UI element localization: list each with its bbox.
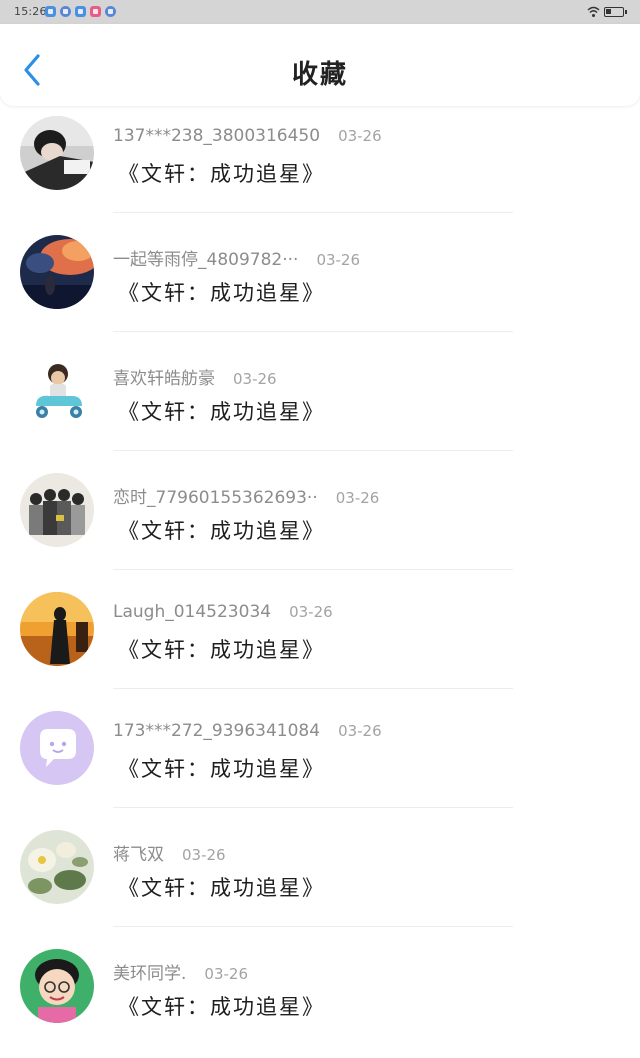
app-notification-icon — [75, 6, 86, 17]
username-text: 蒋飞双 — [113, 845, 164, 865]
favorite-title[interactable]: 《文轩：成功追星》 — [118, 277, 325, 307]
post-date: 03-26 — [338, 722, 382, 740]
username-text: 137***238_3800316450 — [113, 126, 321, 146]
favorite-title[interactable]: 《文轩：成功追星》 — [118, 396, 325, 426]
avatar — [20, 235, 94, 309]
avatar — [20, 592, 94, 666]
username-text: Laugh_014523034 — [113, 602, 272, 622]
avatar — [20, 830, 94, 904]
divider — [113, 450, 513, 451]
status-bar: 15:26 — [0, 0, 640, 24]
list-item[interactable]: 美环同学. 03-26 《文轩：成功追星》 — [0, 939, 640, 1058]
list-item[interactable]: 喜欢轩皓舫豪 03-26 《文轩：成功追星》 — [0, 344, 640, 463]
divider — [113, 331, 513, 332]
list-item[interactable]: 恋时_77960155362693·· 03-26 《文轩：成功追星》 — [0, 463, 640, 582]
username: 蒋飞双 03-26 — [113, 840, 226, 865]
username: 恋时_77960155362693·· 03-26 — [113, 483, 379, 508]
divider — [113, 807, 513, 808]
username: Laugh_014523034 03-26 — [113, 602, 333, 622]
divider — [113, 569, 513, 570]
list-item[interactable]: 137***238_3800316450 03-26 《文轩：成功追星》 — [0, 106, 640, 225]
divider — [113, 926, 513, 927]
wifi-icon — [587, 6, 600, 18]
page-title: 收藏 — [291, 60, 348, 90]
app-notification-icon — [45, 6, 56, 17]
username: 一起等雨停_4809782··· 03-26 — [113, 245, 360, 270]
username: 137***238_3800316450 03-26 — [113, 126, 382, 146]
favorite-title[interactable]: 《文轩：成功追星》 — [118, 515, 325, 545]
status-time: 15:26 — [14, 5, 47, 18]
battery-icon — [604, 7, 627, 17]
app-notification-icon — [90, 6, 101, 17]
favorite-title[interactable]: 《文轩：成功追星》 — [118, 753, 325, 783]
post-date: 03-26 — [182, 846, 226, 864]
post-date: 03-26 — [316, 251, 361, 269]
avatar — [20, 354, 94, 428]
username-text: 173***272_9396341084 — [113, 721, 321, 741]
favorite-title[interactable]: 《文轩：成功追星》 — [118, 634, 325, 664]
app-notification-icon — [105, 6, 116, 17]
post-date: 03-26 — [338, 127, 382, 145]
username: 美环同学. 03-26 — [113, 959, 248, 984]
list-item[interactable]: 一起等雨停_4809782··· 03-26 《文轩：成功追星》 — [0, 225, 640, 344]
post-date: 03-26 — [233, 370, 277, 388]
avatar — [20, 116, 94, 190]
username-text: 美环同学. — [113, 964, 187, 984]
divider — [113, 212, 513, 213]
post-date: 03-26 — [289, 603, 333, 621]
username-text: 恋时_77960155362693·· — [113, 488, 318, 508]
avatar — [20, 949, 94, 1023]
favorite-title[interactable]: 《文轩：成功追星》 — [118, 872, 325, 902]
username: 173***272_9396341084 03-26 — [113, 721, 382, 741]
divider — [113, 688, 513, 689]
list-item[interactable]: 蒋飞双 03-26 《文轩：成功追星》 — [0, 820, 640, 939]
avatar — [20, 473, 94, 547]
post-date: 03-26 — [204, 965, 248, 983]
list-item[interactable]: 173***272_9396341084 03-26 《文轩：成功追星》 — [0, 701, 640, 820]
username-text: 喜欢轩皓舫豪 — [113, 369, 215, 389]
favorite-title[interactable]: 《文轩：成功追星》 — [118, 158, 325, 188]
avatar — [20, 711, 94, 785]
notification-icons — [45, 6, 116, 17]
username: 喜欢轩皓舫豪 03-26 — [113, 364, 277, 389]
favorite-title[interactable]: 《文轩：成功追星》 — [118, 991, 325, 1021]
header-bar: 收藏 — [0, 24, 640, 106]
list-item[interactable]: Laugh_014523034 03-26 《文轩：成功追星》 — [0, 582, 640, 701]
username-text: 一起等雨停_4809782··· — [113, 250, 299, 270]
post-date: 03-26 — [335, 489, 380, 507]
app-notification-icon — [60, 6, 71, 17]
